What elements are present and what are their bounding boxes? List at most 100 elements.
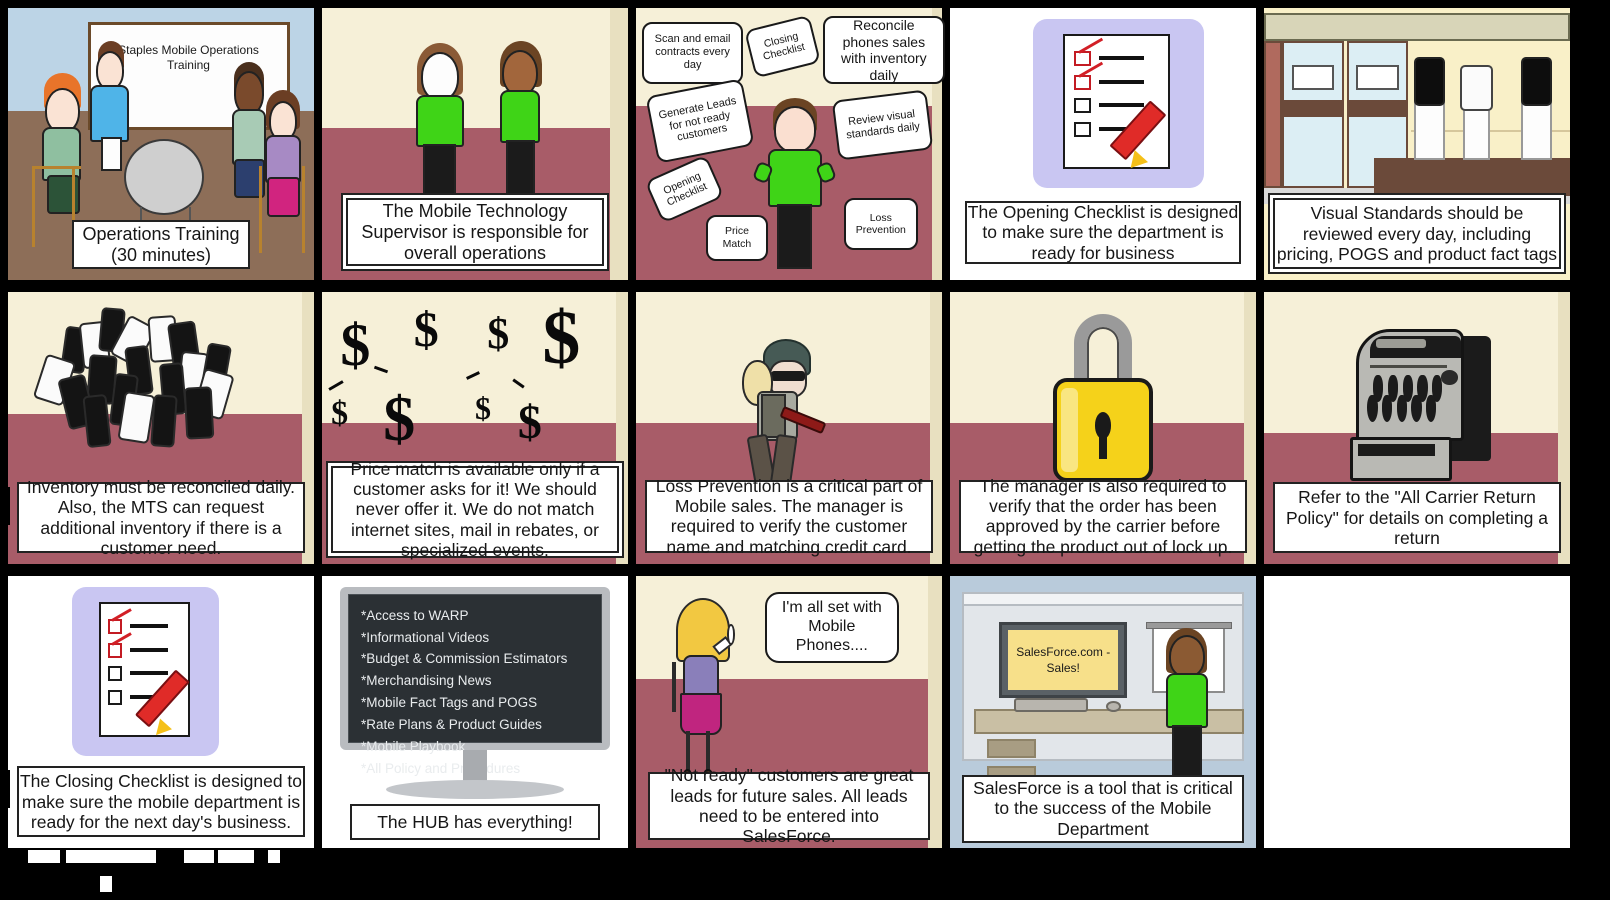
supervisor-figure <box>751 97 838 270</box>
hub-item-0: *Access to WARP <box>361 607 469 623</box>
hub-item-5: *Rate Plans & Product Guides <box>361 716 542 732</box>
bubble-text: Scan and email contracts every day <box>654 33 731 72</box>
female-associate <box>414 43 466 196</box>
panel-6-caption-text: Inventory must be reconciled daily. Also… <box>26 477 296 559</box>
thief-figure <box>734 330 838 499</box>
bubble-text: Reconcile phones sales with inventory da… <box>841 17 927 83</box>
panel-11-caption-text: The Closing Checklist is designed to mak… <box>19 771 303 832</box>
checkbox-1 <box>107 618 123 635</box>
associate-figure <box>1164 627 1213 780</box>
monitor-screen: *Access to WARP *Informational Videos *B… <box>348 593 602 776</box>
meeting-table <box>124 138 204 215</box>
panel-14-caption: SalesForce is a tool that is critical to… <box>962 774 1244 843</box>
panel-4-caption: The Opening Checklist is designed to mak… <box>965 201 1241 264</box>
checkbox-3 <box>1073 98 1091 114</box>
bubble-text: Generate Leads for not ready customers <box>657 94 738 144</box>
panel-14-caption-text: SalesForce is a tool that is critical to… <box>973 778 1233 839</box>
checkbox-4 <box>107 689 123 705</box>
padlock-icon <box>1051 313 1155 483</box>
left-edge-mark-1 <box>0 487 10 525</box>
checkbox-1 <box>1073 50 1091 67</box>
panel-10-caption-text: Refer to the "All Carrier Return Policy"… <box>1285 487 1548 548</box>
panel-1-caption: Operations Training (30 minutes) <box>72 220 250 270</box>
salesforce-screen-text: SalesForce.com - Sales! <box>1016 645 1111 676</box>
checkbox-3 <box>107 666 123 682</box>
panel-5[interactable]: Visual Standards should be reviewed ever… <box>1264 8 1570 280</box>
panel-7-caption-text: Price match is available only if a custo… <box>350 458 600 561</box>
attendee-figure-far-right <box>262 89 305 231</box>
panel-12[interactable]: *Access to WARP *Informational Videos *B… <box>322 576 628 848</box>
panel-8[interactable]: Loss Prevention is a critical part of Mo… <box>636 292 942 564</box>
panel-13[interactable]: I'm all set with Mobile Phones.... "Not … <box>636 576 942 848</box>
checklist-icon <box>72 586 220 756</box>
panel-12-caption: The HUB has everything! <box>349 804 601 840</box>
customer-speech-bubble: I'm all set with Mobile Phones.... <box>764 592 900 664</box>
display-pedestal-2 <box>1462 108 1491 161</box>
panel-11[interactable]: The Closing Checklist is designed to mak… <box>8 576 314 848</box>
panel-4-caption-text: The Opening Checklist is designed to mak… <box>967 201 1239 263</box>
panel-10-caption: Refer to the "All Carrier Return Policy"… <box>1273 482 1561 554</box>
hub-item-1: *Informational Videos <box>361 629 490 645</box>
display-tablet <box>1459 65 1494 112</box>
bubble-scan-contracts: Scan and email contracts every day <box>642 21 744 85</box>
bubble-text: Price Match <box>722 225 752 250</box>
bubble-review-visual-standards: Review visual standards daily <box>831 89 934 161</box>
bubble-price-match: Price Match <box>706 214 768 261</box>
panel-14[interactable]: SalesForce.com - Sales! SalesForce is a … <box>950 576 1256 848</box>
wall-right <box>610 8 628 280</box>
wall-right <box>928 576 942 848</box>
panel-13-caption-text: "Not ready" customers are great leads fo… <box>664 765 914 847</box>
panel-3[interactable]: Scan and email contracts every day Closi… <box>636 8 946 280</box>
panel-8-caption-text: Loss Prevention is a critical part of Mo… <box>655 475 923 557</box>
hub-item-2: *Budget & Commission Estimators <box>361 651 568 667</box>
panel-13-caption: "Not ready" customers are great leads fo… <box>648 765 930 846</box>
panel-15-scene <box>1264 576 1570 848</box>
desk-drawer-1 <box>986 739 1036 759</box>
cash-register-icon <box>1349 319 1497 488</box>
hub-item-4: *Mobile Fact Tags and POGS <box>361 695 538 711</box>
bubble-text: Loss Prevention <box>855 211 906 237</box>
panel-2-caption-text: The Mobile Technology Supervisor is resp… <box>361 201 589 263</box>
hub-item-3: *Merchandising News <box>361 673 492 689</box>
panel-2-caption: The Mobile Technology Supervisor is resp… <box>346 198 604 267</box>
checkbox-2 <box>1073 74 1091 90</box>
panel-5-caption: Visual Standards should be reviewed ever… <box>1273 198 1561 270</box>
left-edge-mark-2 <box>0 770 10 808</box>
keyboard <box>1014 698 1088 712</box>
panel-8-caption: Loss Prevention is a critical part of Mo… <box>645 476 933 557</box>
speech-bubble-text: I'm all set with Mobile Phones.... <box>781 599 882 655</box>
bubble-reconcile-inventory: Reconcile phones sales with inventory da… <box>822 16 946 85</box>
panel-5-caption-text: Visual Standards should be reviewed ever… <box>1276 203 1558 264</box>
display-pedestal-1 <box>1413 100 1445 161</box>
panel-9-caption-text: The manager is also required to verify t… <box>973 475 1233 557</box>
bottom-watermark-bar <box>8 848 316 892</box>
presenter-figure <box>88 40 134 172</box>
panel-1-caption-text: Operations Training (30 minutes) <box>82 223 240 265</box>
monitor-base <box>386 780 564 800</box>
panel-1[interactable]: Staples Mobile Operations Training Opera… <box>8 8 314 280</box>
panel-9-caption: The manager is also required to verify t… <box>959 476 1247 557</box>
store-header-band <box>1264 13 1570 41</box>
panel-7[interactable]: $ $ $ $ $ $ $ $ Price match is available… <box>322 292 628 564</box>
bubble-text: Closing Checklist <box>762 29 807 63</box>
panel-9[interactable]: The manager is also required to verify t… <box>950 292 1256 564</box>
panel-6-caption: Inventory must be reconciled daily. Also… <box>17 477 305 558</box>
bubble-loss-prevention: Loss Prevention <box>844 198 918 251</box>
checklist-icon <box>1032 18 1204 188</box>
panel-6[interactable]: Inventory must be reconciled daily. Also… <box>8 292 314 564</box>
panel-4[interactable]: The Opening Checklist is designed to mak… <box>950 8 1256 280</box>
monitor-screen: SalesForce.com - Sales! <box>1008 630 1119 691</box>
display-phone-2 <box>1521 56 1552 106</box>
display-phone-1 <box>1413 56 1445 106</box>
storyboard-grid: Staples Mobile Operations Training Opera… <box>0 0 1610 900</box>
bubble-text: Review visual standards daily <box>845 107 921 142</box>
panel-2[interactable]: The Mobile Technology Supervisor is resp… <box>322 8 628 280</box>
display-pedestal-3 <box>1521 100 1552 161</box>
panel-15[interactable] <box>1264 576 1570 848</box>
checkbox-4 <box>1073 121 1091 137</box>
customer-figure <box>671 597 736 788</box>
panel-12-caption-text: The HUB has everything! <box>377 812 573 832</box>
panel-10[interactable]: Refer to the "All Carrier Return Policy"… <box>1264 292 1570 564</box>
checkbox-2 <box>107 642 123 658</box>
panel-7-caption: Price match is available only if a custo… <box>331 459 619 560</box>
